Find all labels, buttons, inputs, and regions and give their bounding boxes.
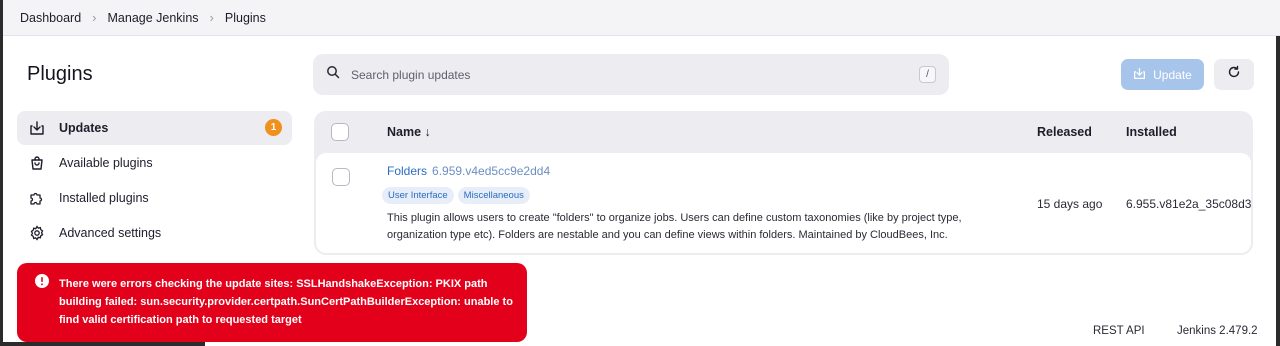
breadcrumb-separator-icon: › <box>92 10 97 25</box>
rest-api-link[interactable]: REST API <box>1093 325 1145 337</box>
search-icon <box>326 65 340 84</box>
plugin-updates-table: Name ↓ Released Installed Folders 6.959.v… <box>314 111 1253 255</box>
breadcrumb: Dashboard › Manage Jenkins › Plugins <box>3 0 1280 36</box>
plugin-description: This plugin allows users to create "fold… <box>387 212 962 241</box>
breadcrumb-separator-icon: › <box>209 10 214 25</box>
refresh-icon <box>1227 65 1241 84</box>
download-icon <box>1133 67 1146 83</box>
gear-icon <box>28 224 46 242</box>
updates-count-badge: 1 <box>265 119 282 136</box>
row-select-checkbox[interactable] <box>332 168 350 186</box>
column-header-installed[interactable]: Installed <box>1126 125 1177 139</box>
update-button[interactable]: Update <box>1121 59 1204 90</box>
sidebar-item-label: Available plugins <box>59 156 153 170</box>
plugin-tags: User Interface Miscellaneous <box>382 187 530 204</box>
sidebar-item-label: Updates <box>59 121 109 135</box>
search-shortcut-key: / <box>919 66 936 83</box>
error-notification: There were errors checking the update si… <box>17 263 527 342</box>
page-title: Plugins <box>27 63 93 85</box>
sidebar: Updates 1 Available plugins Installed pl… <box>17 111 292 251</box>
column-header-released[interactable]: Released <box>1037 125 1092 139</box>
sidebar-item-updates[interactable]: Updates 1 <box>17 111 292 145</box>
tag-miscellaneous[interactable]: Miscellaneous <box>457 187 530 204</box>
error-message: There were errors checking the update si… <box>59 278 513 326</box>
window-frame-left <box>0 0 3 346</box>
breadcrumb-manage-jenkins[interactable]: Manage Jenkins <box>108 11 199 25</box>
tag-user-interface[interactable]: User Interface <box>382 187 454 204</box>
sidebar-item-label: Installed plugins <box>59 191 149 205</box>
search-placeholder: Search plugin updates <box>351 67 471 82</box>
window-frame-right <box>1276 34 1280 346</box>
plugin-title: Folders 6.959.v4ed5cc9e2dd4 <box>387 164 550 178</box>
window-frame-bottom <box>0 342 205 346</box>
plugin-released: 15 days ago <box>1037 197 1103 211</box>
breadcrumb-dashboard[interactable]: Dashboard <box>20 11 81 25</box>
sidebar-item-installed-plugins[interactable]: Installed plugins <box>17 181 292 215</box>
puzzle-icon <box>28 189 46 207</box>
search-input[interactable]: Search plugin updates / <box>313 54 949 95</box>
download-icon <box>28 119 46 137</box>
jenkins-version-link[interactable]: Jenkins 2.479.2 <box>1177 325 1258 337</box>
column-header-name[interactable]: Name ↓ <box>387 125 431 139</box>
plugin-version: 6.959.v4ed5cc9e2dd4 <box>432 164 551 178</box>
plugin-name-link[interactable]: Folders <box>387 164 427 178</box>
plugin-installed-version: 6.955.v81e2a_35c08d3 <box>1126 197 1252 211</box>
sidebar-item-available-plugins[interactable]: Available plugins <box>17 146 292 180</box>
select-all-checkbox[interactable] <box>331 123 349 141</box>
update-button-label: Update <box>1153 67 1192 82</box>
breadcrumb-plugins[interactable]: Plugins <box>225 11 266 25</box>
refresh-button[interactable] <box>1214 59 1254 90</box>
error-icon <box>35 274 49 294</box>
table-row: Folders 6.959.v4ed5cc9e2dd4 User Interfac… <box>316 153 1251 253</box>
sidebar-item-advanced-settings[interactable]: Advanced settings <box>17 216 292 250</box>
sidebar-item-label: Advanced settings <box>59 226 162 240</box>
table-header: Name ↓ Released Installed <box>314 111 1253 153</box>
shopping-bag-icon <box>28 154 46 172</box>
